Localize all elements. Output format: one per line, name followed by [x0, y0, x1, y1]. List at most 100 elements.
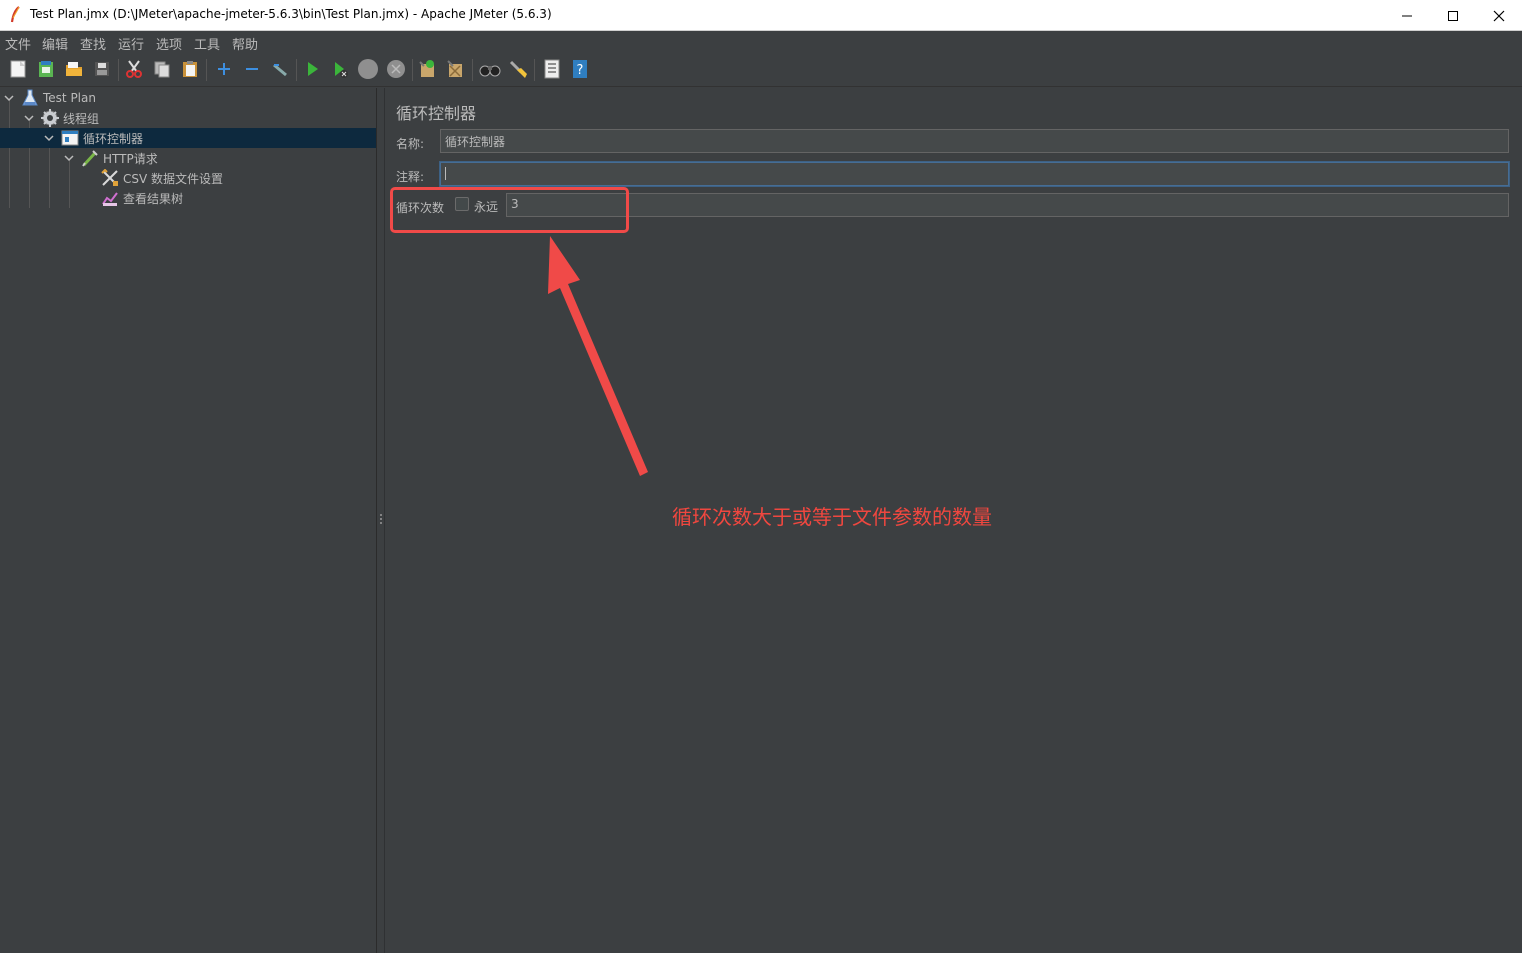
comment-label: 注释:: [396, 170, 425, 184]
tree-node-thread-group[interactable]: 线程组: [23, 108, 373, 128]
test-plan-tree: Test Plan 线程组 循环控制器 HTTP请求 CSV 数据文件设置 查看…: [0, 88, 377, 953]
toolbar-separator: [534, 59, 535, 81]
cut-button[interactable]: [122, 58, 146, 82]
chevron-down-icon[interactable]: [63, 152, 75, 164]
stop-icon: [357, 58, 379, 83]
menu-help[interactable]: 帮助: [232, 34, 258, 53]
search-icon: [478, 59, 502, 82]
collapse-button[interactable]: [240, 58, 264, 82]
maximize-icon: [1447, 10, 1459, 22]
tree-node-csv-config[interactable]: CSV 数据文件设置: [101, 168, 373, 188]
paste-button[interactable]: [178, 58, 202, 82]
copy-icon: [152, 59, 172, 82]
tree-node-http-request[interactable]: HTTP请求: [63, 148, 373, 168]
text-caret: [445, 167, 446, 180]
panel-splitter[interactable]: [377, 88, 385, 953]
tree-node-test-plan[interactable]: Test Plan: [3, 88, 373, 108]
loop-controller-icon: [61, 129, 79, 147]
minimize-button[interactable]: [1384, 0, 1430, 31]
tree-node-label: 线程组: [63, 111, 100, 126]
panel-title: 循环控制器: [396, 104, 477, 123]
toolbar-separator: [412, 59, 413, 81]
start-no-pauses-icon: [330, 59, 350, 82]
new-button[interactable]: [6, 58, 30, 82]
expand-button[interactable]: [212, 58, 236, 82]
templates-button[interactable]: [34, 58, 58, 82]
toolbar-separator: [296, 59, 297, 81]
start-no-pauses-button[interactable]: [328, 58, 352, 82]
tree-node-loop-controller[interactable]: 循环控制器: [0, 128, 376, 148]
help-icon: ?: [570, 58, 590, 83]
expand-icon: [214, 59, 234, 82]
test-plan-icon: [21, 89, 39, 107]
toolbar-separator: [206, 59, 207, 81]
svg-text:?: ?: [577, 63, 584, 78]
maximize-button[interactable]: [1430, 0, 1476, 31]
menu-edit[interactable]: 编辑: [42, 34, 68, 53]
menu-bar: 文件 编辑 查找 运行 选项 工具 帮助: [0, 31, 1522, 53]
open-icon: [64, 59, 84, 82]
toggle-icon: [270, 59, 290, 82]
help-button[interactable]: ?: [568, 58, 592, 82]
reset-search-button[interactable]: [506, 58, 530, 82]
cut-icon: [124, 59, 144, 82]
thread-group-icon: [41, 109, 59, 127]
templates-icon: [36, 59, 56, 82]
chevron-down-icon[interactable]: [23, 112, 35, 124]
function-helper-icon: [542, 58, 562, 83]
save-icon: [92, 59, 112, 82]
new-icon: [8, 59, 28, 82]
clear-all-icon: [445, 58, 467, 83]
close-button[interactable]: [1476, 0, 1522, 31]
window-title: Test Plan.jmx (D:\JMeter\apache-jmeter-5…: [30, 7, 552, 21]
toolbar: ?: [0, 53, 1522, 87]
csv-config-icon: [101, 169, 119, 187]
clear-all-button[interactable]: [444, 58, 468, 82]
collapse-icon: [242, 59, 262, 82]
menu-tools[interactable]: 工具: [194, 34, 220, 53]
name-field[interactable]: 循环控制器: [440, 129, 1509, 153]
menu-search[interactable]: 查找: [80, 34, 106, 53]
close-icon: [1493, 10, 1505, 22]
reset-search-icon: [507, 58, 529, 83]
loop-count-input[interactable]: 3: [506, 193, 1509, 217]
results-tree-icon: [101, 189, 119, 207]
search-button[interactable]: [478, 58, 502, 82]
drag-handle-icon[interactable]: [380, 513, 382, 525]
menu-file[interactable]: 文件: [5, 34, 31, 53]
start-button[interactable]: [300, 58, 324, 82]
tree-node-label: Test Plan: [43, 91, 96, 105]
stop-button[interactable]: [356, 58, 380, 82]
annotation-text: 循环次数大于或等于文件参数的数量: [672, 505, 992, 529]
save-button[interactable]: [90, 58, 114, 82]
window-titlebar: Test Plan.jmx (D:\JMeter\apache-jmeter-5…: [0, 0, 1522, 31]
tree-node-label: 循环控制器: [83, 131, 144, 146]
tree-guide-line: [49, 140, 50, 208]
jmeter-feather-icon: [10, 6, 22, 24]
tree-guide-line: [9, 100, 10, 208]
menu-options[interactable]: 选项: [156, 34, 182, 53]
shutdown-button[interactable]: [384, 58, 408, 82]
toolbar-separator: [118, 59, 119, 81]
tree-node-label: HTTP请求: [103, 151, 158, 166]
http-request-icon: [81, 149, 99, 167]
tree-node-label: 查看结果树: [123, 191, 184, 206]
shutdown-icon: [385, 58, 407, 83]
start-icon: [302, 59, 322, 82]
paste-icon: [180, 59, 200, 82]
tree-node-label: CSV 数据文件设置: [123, 171, 224, 186]
menu-run[interactable]: 运行: [118, 34, 144, 53]
open-button[interactable]: [62, 58, 86, 82]
tree-node-results-tree[interactable]: 查看结果树: [101, 188, 373, 208]
name-label: 名称:: [396, 137, 425, 151]
chevron-down-icon[interactable]: [43, 132, 55, 144]
minimize-icon: [1401, 10, 1413, 22]
chevron-down-icon[interactable]: [3, 92, 15, 104]
toolbar-separator: [472, 59, 473, 81]
copy-button[interactable]: [150, 58, 174, 82]
comment-field[interactable]: [440, 162, 1509, 186]
clear-button[interactable]: [416, 58, 440, 82]
function-helper-button[interactable]: [540, 58, 564, 82]
annotation-highlight-box: [390, 187, 629, 233]
toggle-button[interactable]: [268, 58, 292, 82]
